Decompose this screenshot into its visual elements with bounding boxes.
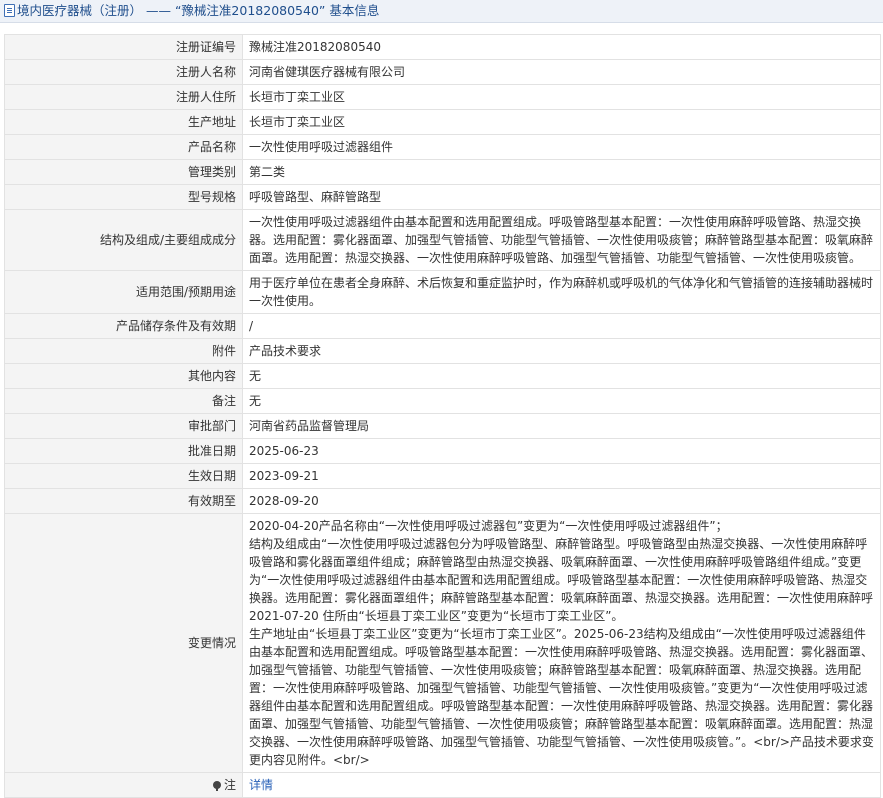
change-history-row: 变更情况 2020-04-20产品名称由“一次性使用呼吸过滤器包”变更为“一次性… xyxy=(4,513,881,773)
table-row: 产品名称 一次性使用呼吸过滤器组件 xyxy=(4,134,881,160)
table-row: 有效期至 2028-09-20 xyxy=(4,488,881,514)
field-label: 结构及组成/主要组成成分 xyxy=(4,209,243,271)
table-row: 生产地址 长垣市丁栾工业区 xyxy=(4,109,881,135)
field-value: 豫械注准20182080540 xyxy=(242,34,881,60)
note-value: 详情 xyxy=(242,772,881,798)
field-value: 无 xyxy=(242,388,881,414)
field-label: 管理类别 xyxy=(4,159,243,185)
field-label: 有效期至 xyxy=(4,488,243,514)
table-row: 结构及组成/主要组成成分 一次性使用呼吸过滤器组件由基本配置和选用配置组成。呼吸… xyxy=(4,209,881,271)
table-row: 备注 无 xyxy=(4,388,881,414)
pin-icon xyxy=(212,781,221,791)
table-row: 管理类别 第二类 xyxy=(4,159,881,185)
table-row: 其他内容 无 xyxy=(4,363,881,389)
field-label: 生产地址 xyxy=(4,109,243,135)
field-value: 2028-09-20 xyxy=(242,488,881,514)
field-label: 生效日期 xyxy=(4,463,243,489)
field-label: 附件 xyxy=(4,338,243,364)
field-value: 2025-06-23 xyxy=(242,438,881,464)
field-label: 产品储存条件及有效期 xyxy=(4,313,243,339)
table-row: 产品储存条件及有效期 / xyxy=(4,313,881,339)
field-label: 批准日期 xyxy=(4,438,243,464)
field-label: 备注 xyxy=(4,388,243,414)
field-value: 呼吸管路型、麻醉管路型 xyxy=(242,184,881,210)
field-label: 其他内容 xyxy=(4,363,243,389)
field-value: 长垣市丁栾工业区 xyxy=(242,109,881,135)
field-value: 河南省健琪医疗器械有限公司 xyxy=(242,59,881,85)
field-label: 审批部门 xyxy=(4,413,243,439)
table-row: 注册证编号 豫械注准20182080540 xyxy=(4,34,881,60)
table-row: 批准日期 2025-06-23 xyxy=(4,438,881,464)
field-label: 变更情况 xyxy=(4,513,243,773)
field-value: 河南省药品监督管理局 xyxy=(242,413,881,439)
field-value: 一次性使用呼吸过滤器组件 xyxy=(242,134,881,160)
table-row: 附件 产品技术要求 xyxy=(4,338,881,364)
table-row: 型号规格 呼吸管路型、麻醉管路型 xyxy=(4,184,881,210)
note-label-cell: 注 xyxy=(4,772,243,798)
field-label: 注册证编号 xyxy=(4,34,243,60)
field-value: 产品技术要求 xyxy=(242,338,881,364)
table-row: 生效日期 2023-09-21 xyxy=(4,463,881,489)
field-label: 型号规格 xyxy=(4,184,243,210)
field-value: 一次性使用呼吸过滤器组件由基本配置和选用配置组成。呼吸管路型基本配置：一次性使用… xyxy=(242,209,881,271)
field-value: 第二类 xyxy=(242,159,881,185)
table-row: 适用范围/预期用途 用于医疗单位在患者全身麻醉、术后恢复和重症监护时，作为麻醉机… xyxy=(4,270,881,314)
table-row: 注册人住所 长垣市丁栾工业区 xyxy=(4,84,881,110)
field-label: 适用范围/预期用途 xyxy=(4,270,243,314)
info-table: 注册证编号 豫械注准20182080540 注册人名称 河南省健琪医疗器械有限公… xyxy=(4,34,881,798)
field-label: 注册人名称 xyxy=(4,59,243,85)
page-header: 境内医疗器械（注册） —— “豫械注准20182080540” 基本信息 xyxy=(0,0,883,23)
field-value: / xyxy=(242,313,881,339)
change-history-value: 2020-04-20产品名称由“一次性使用呼吸过滤器包”变更为“一次性使用呼吸过… xyxy=(242,513,881,773)
field-value: 2023-09-21 xyxy=(242,463,881,489)
field-value: 无 xyxy=(242,363,881,389)
field-label: 注册人住所 xyxy=(4,84,243,110)
field-label: 产品名称 xyxy=(4,134,243,160)
document-icon xyxy=(4,4,15,17)
table-row: 注册人名称 河南省健琪医疗器械有限公司 xyxy=(4,59,881,85)
page-title: 境内医疗器械（注册） —— “豫械注准20182080540” 基本信息 xyxy=(17,3,380,18)
field-value: 长垣市丁栾工业区 xyxy=(242,84,881,110)
table-row: 审批部门 河南省药品监督管理局 xyxy=(4,413,881,439)
note-row: 注 详情 xyxy=(4,772,881,798)
field-value: 用于医疗单位在患者全身麻醉、术后恢复和重症监护时，作为麻醉机或呼吸机的气体净化和… xyxy=(242,270,881,314)
